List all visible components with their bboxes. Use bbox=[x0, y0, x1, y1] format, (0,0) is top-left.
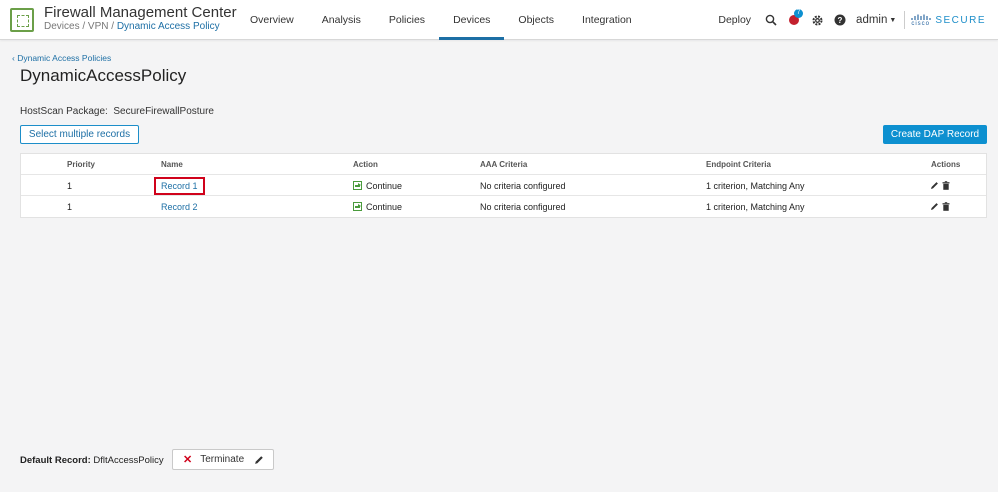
edit-icon[interactable] bbox=[930, 181, 939, 190]
row-endpoint-criteria: 1 criterion, Matching Any bbox=[706, 201, 805, 212]
terminate-label: Terminate bbox=[200, 454, 245, 465]
user-name: admin bbox=[856, 14, 888, 26]
nav-analysis[interactable]: Analysis bbox=[308, 0, 375, 40]
default-record-value: DfltAccessPolicy bbox=[93, 455, 164, 466]
header-name: Name bbox=[161, 160, 183, 169]
row-action: Continue bbox=[366, 180, 403, 191]
default-record: Default Record: DfltAccessPolicy bbox=[20, 455, 164, 466]
row-aaa-criteria: No criteria configured bbox=[480, 201, 566, 212]
nav-overview[interactable]: Overview bbox=[236, 0, 308, 40]
breadcrumb: Devices / VPN / Dynamic Access Policy bbox=[44, 21, 220, 32]
close-icon: ✕ bbox=[183, 454, 193, 466]
header-priority: Priority bbox=[67, 160, 96, 169]
table-row: 1 Record 1 Continue No criteria configur… bbox=[21, 175, 986, 196]
deploy-button[interactable]: Deploy bbox=[718, 14, 751, 26]
row-action: Continue bbox=[366, 201, 403, 212]
gear-icon[interactable] bbox=[811, 14, 824, 27]
header-actions: Actions bbox=[931, 160, 961, 169]
nav-policies[interactable]: Policies bbox=[375, 0, 439, 40]
breadcrumb-current: Dynamic Access Policy bbox=[116, 21, 220, 32]
delete-icon[interactable] bbox=[942, 202, 950, 211]
breadcrumb-vpn[interactable]: VPN bbox=[88, 21, 109, 32]
notification-count: 7 bbox=[794, 9, 804, 18]
notifications-icon[interactable]: 7 bbox=[787, 9, 804, 27]
table-row: 1 Record 2 Continue No criteria configur… bbox=[21, 196, 986, 217]
header-tools: Deploy 7 ? admin ▼ cisco SECURE bbox=[718, 0, 986, 40]
nav-objects[interactable]: Objects bbox=[504, 0, 568, 40]
continue-icon bbox=[353, 202, 362, 211]
chevron-down-icon: ▼ bbox=[889, 16, 897, 24]
select-multiple-records-button[interactable]: Select multiple records bbox=[20, 125, 139, 144]
nav-devices[interactable]: Devices bbox=[439, 0, 505, 40]
delete-icon[interactable] bbox=[942, 181, 950, 190]
nav-integration[interactable]: Integration bbox=[568, 0, 646, 40]
app-title: Firewall Management Center bbox=[44, 4, 237, 21]
user-menu[interactable]: admin ▼ bbox=[856, 14, 896, 26]
row-priority: 1 bbox=[67, 201, 73, 212]
header-action: Action bbox=[353, 160, 378, 169]
header-aaa-criteria: AAA Criteria bbox=[480, 160, 528, 169]
back-link[interactable]: ‹ Dynamic Access Policies bbox=[12, 53, 111, 63]
edit-icon[interactable] bbox=[930, 202, 939, 211]
table-header: Priority Name Action AAA Criteria Endpoi… bbox=[21, 154, 986, 175]
svg-text:?: ? bbox=[838, 16, 843, 25]
secure-logo-text: SECURE bbox=[935, 14, 986, 26]
record-link[interactable]: Record 2 bbox=[161, 202, 198, 212]
row-priority: 1 bbox=[67, 180, 73, 191]
search-icon[interactable] bbox=[765, 14, 777, 26]
row-endpoint-criteria: 1 criterion, Matching Any bbox=[706, 180, 805, 191]
edit-icon[interactable] bbox=[254, 455, 264, 465]
page-title: DynamicAccessPolicy bbox=[20, 66, 187, 85]
create-dap-record-button[interactable]: Create DAP Record bbox=[883, 125, 987, 144]
hostscan-package: HostScan Package: SecureFirewallPosture bbox=[20, 106, 214, 117]
divider bbox=[904, 11, 906, 29]
help-icon[interactable]: ? bbox=[834, 14, 846, 26]
top-bar: Firewall Management Center Devices / VPN… bbox=[0, 0, 998, 40]
breadcrumb-devices[interactable]: Devices bbox=[44, 21, 80, 32]
main-nav: Overview Analysis Policies Devices Objec… bbox=[236, 0, 646, 40]
continue-icon bbox=[353, 181, 362, 190]
default-record-terminate-button[interactable]: ✕ Terminate bbox=[172, 449, 274, 470]
cisco-logo: cisco bbox=[911, 14, 931, 27]
row-aaa-criteria: No criteria configured bbox=[480, 180, 566, 191]
header-endpoint-criteria: Endpoint Criteria bbox=[706, 160, 771, 169]
fmc-logo-icon bbox=[10, 8, 34, 32]
dap-records-table: Priority Name Action AAA Criteria Endpoi… bbox=[20, 153, 987, 218]
record-link[interactable]: Record 1 bbox=[154, 176, 205, 195]
